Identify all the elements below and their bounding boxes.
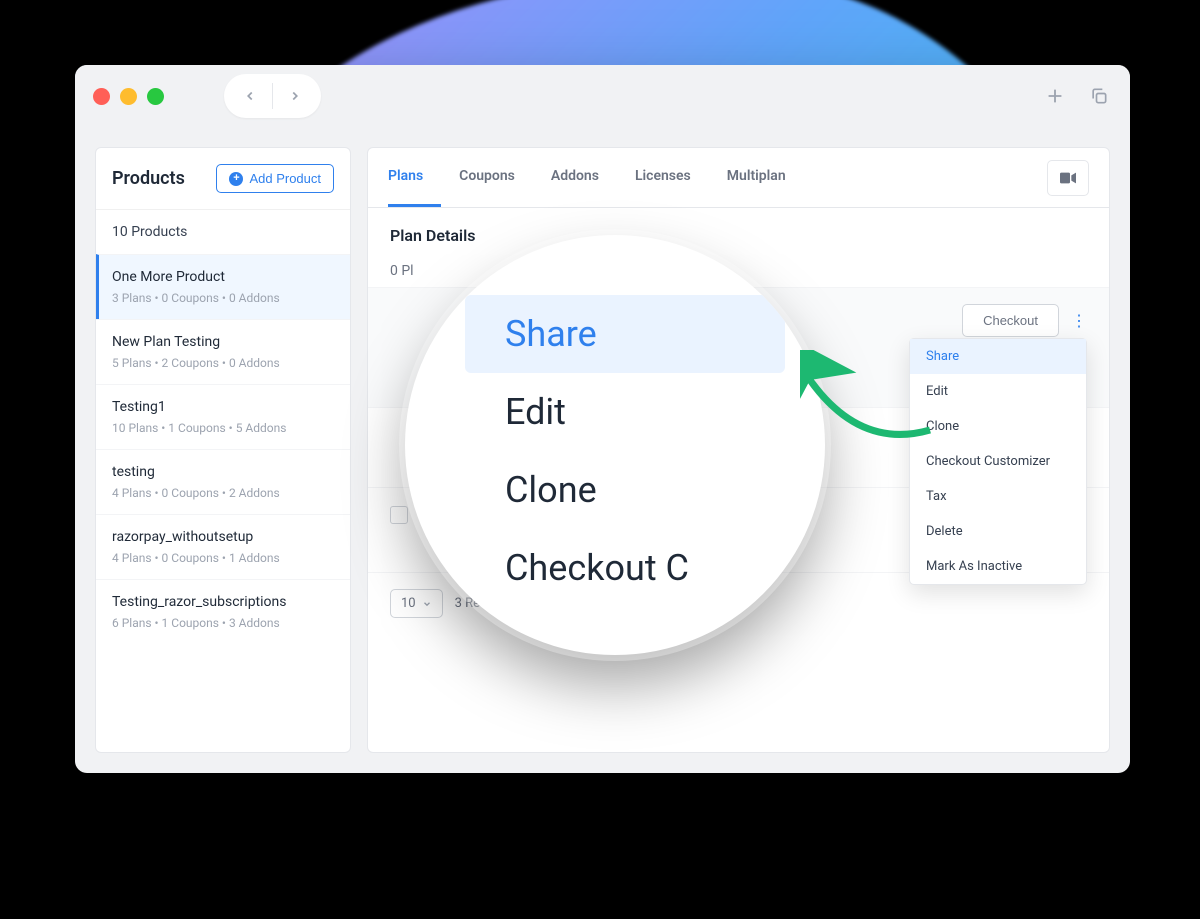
product-name: One More Product (112, 269, 334, 285)
traffic-lights (93, 88, 164, 105)
magnified-item: Checkout C (475, 529, 785, 607)
magnified-item: Clone (475, 451, 785, 529)
plus-icon[interactable] (1042, 83, 1068, 109)
sidebar-product-item[interactable]: testing 4 Plans • 0 Coupons • 2 Addons (96, 449, 350, 514)
product-name: Testing_razor_subscriptions (112, 594, 334, 610)
sidebar-title: Products (112, 168, 185, 189)
close-window-icon[interactable] (93, 88, 110, 105)
kebab-menu-icon[interactable]: ⋮ (1071, 311, 1087, 330)
product-name: New Plan Testing (112, 334, 334, 350)
page-size-select[interactable]: 10 (390, 589, 443, 618)
sidebar-product-item[interactable]: Testing1 10 Plans • 1 Coupons • 5 Addons (96, 384, 350, 449)
product-name: Testing1 (112, 399, 334, 415)
product-meta: 4 Plans • 0 Coupons • 2 Addons (112, 486, 334, 500)
nav-pill (224, 74, 321, 118)
checkout-button[interactable]: Checkout (962, 304, 1059, 337)
maximize-window-icon[interactable] (147, 88, 164, 105)
sidebar: Products + Add Product 10 Products One M… (95, 147, 351, 753)
add-product-button[interactable]: + Add Product (216, 164, 334, 193)
product-meta: 6 Plans • 1 Coupons • 3 Addons (112, 616, 334, 630)
sidebar-product-item[interactable]: Testing_razor_subscriptions 6 Plans • 1 C… (96, 579, 350, 644)
titlebar (75, 65, 1130, 127)
tab-plans[interactable]: Plans (388, 148, 441, 207)
dropdown-item-mark-as-inactive[interactable]: Mark As Inactive (910, 549, 1086, 584)
chevron-down-icon (422, 599, 432, 609)
product-name: testing (112, 464, 334, 480)
plus-circle-icon: + (229, 172, 243, 186)
product-name: razorpay_withoutsetup (112, 529, 334, 545)
tab-licenses[interactable]: Licenses (617, 148, 709, 207)
arrow-annotation (800, 350, 950, 450)
video-button[interactable] (1047, 160, 1089, 196)
sidebar-product-item[interactable]: razorpay_withoutsetup 4 Plans • 0 Coupons… (96, 514, 350, 579)
product-meta: 10 Plans • 1 Coupons • 5 Addons (112, 421, 334, 435)
section-title: Plan Details (368, 208, 1109, 255)
product-meta: 5 Plans • 2 Coupons • 0 Addons (112, 356, 334, 370)
dropdown-item-delete[interactable]: Delete (910, 514, 1086, 549)
checkbox[interactable] (390, 506, 408, 524)
magnified-item: Share (465, 295, 785, 373)
dropdown-item-tax[interactable]: Tax (910, 479, 1086, 514)
tab-multiplan[interactable]: Multiplan (709, 148, 804, 207)
sidebar-product-item[interactable]: New Plan Testing 5 Plans • 2 Coupons • 0 … (96, 319, 350, 384)
product-count: 10 Products (96, 210, 350, 254)
magnifier-overlay: ShareEditCloneCheckout C (405, 235, 825, 655)
magnified-item: Edit (475, 373, 785, 451)
back-button[interactable] (228, 78, 272, 114)
minimize-window-icon[interactable] (120, 88, 137, 105)
tab-addons[interactable]: Addons (533, 148, 617, 207)
forward-button[interactable] (273, 78, 317, 114)
tabs: PlansCouponsAddonsLicensesMultiplan (368, 148, 1109, 208)
product-meta: 3 Plans • 0 Coupons • 0 Addons (112, 291, 334, 305)
product-meta: 4 Plans • 0 Coupons • 1 Addons (112, 551, 334, 565)
tab-coupons[interactable]: Coupons (441, 148, 533, 207)
sidebar-product-item[interactable]: One More Product 3 Plans • 0 Coupons • 0 … (96, 254, 350, 319)
copy-icon[interactable] (1086, 83, 1112, 109)
